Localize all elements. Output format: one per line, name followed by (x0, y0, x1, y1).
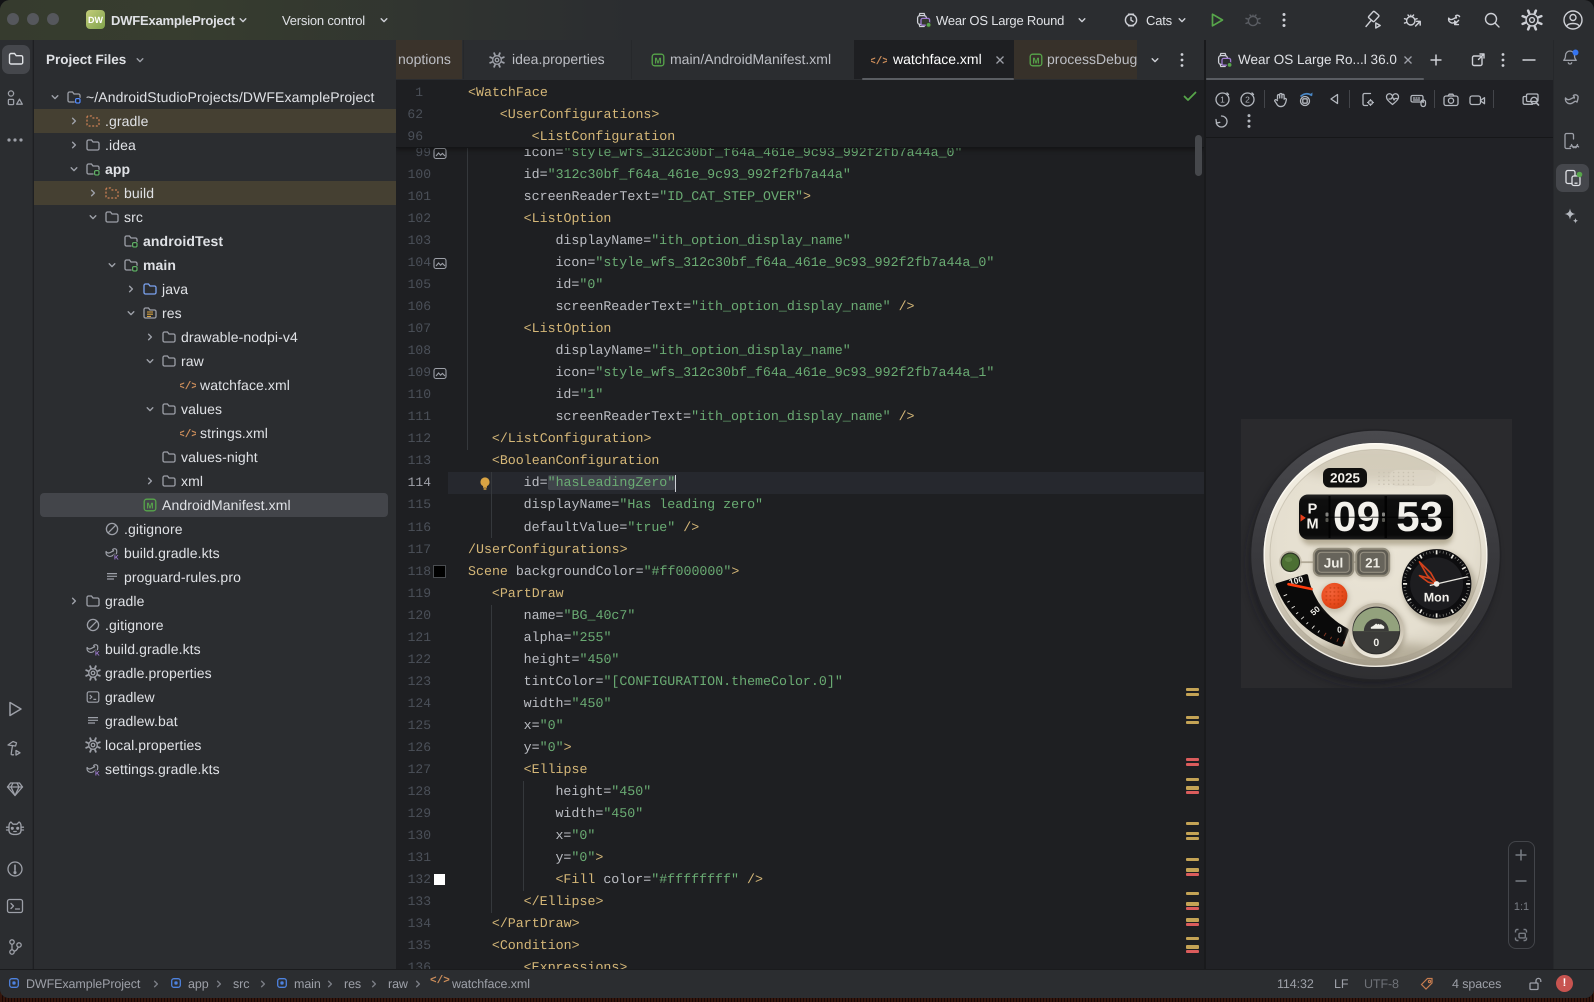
svg-text:K: K (95, 771, 100, 778)
svg-text:1: 1 (1220, 95, 1225, 105)
svg-text:M: M (655, 55, 662, 65)
svg-text:0: 0 (1337, 625, 1342, 635)
svg-text:09: 09 (1333, 493, 1380, 540)
svg-text:53: 53 (1396, 493, 1443, 540)
svg-text:K: K (95, 651, 100, 658)
svg-text:</>: </> (871, 56, 887, 68)
svg-text:Mon: Mon (1424, 591, 1450, 605)
svg-text:</>: </> (180, 381, 196, 393)
svg-text:P: P (1308, 502, 1318, 518)
svg-text:</>: </> (180, 429, 196, 441)
svg-text:M: M (147, 500, 154, 510)
svg-text:K: K (114, 555, 119, 562)
svg-text:M: M (1306, 517, 1318, 533)
svg-text:Jul: Jul (1324, 556, 1344, 571)
svg-text:21: 21 (1365, 556, 1381, 571)
svg-text:2025: 2025 (1330, 471, 1361, 486)
svg-text:M: M (1033, 55, 1040, 65)
svg-text:0: 0 (1373, 637, 1379, 649)
svg-text:2: 2 (1245, 95, 1250, 105)
